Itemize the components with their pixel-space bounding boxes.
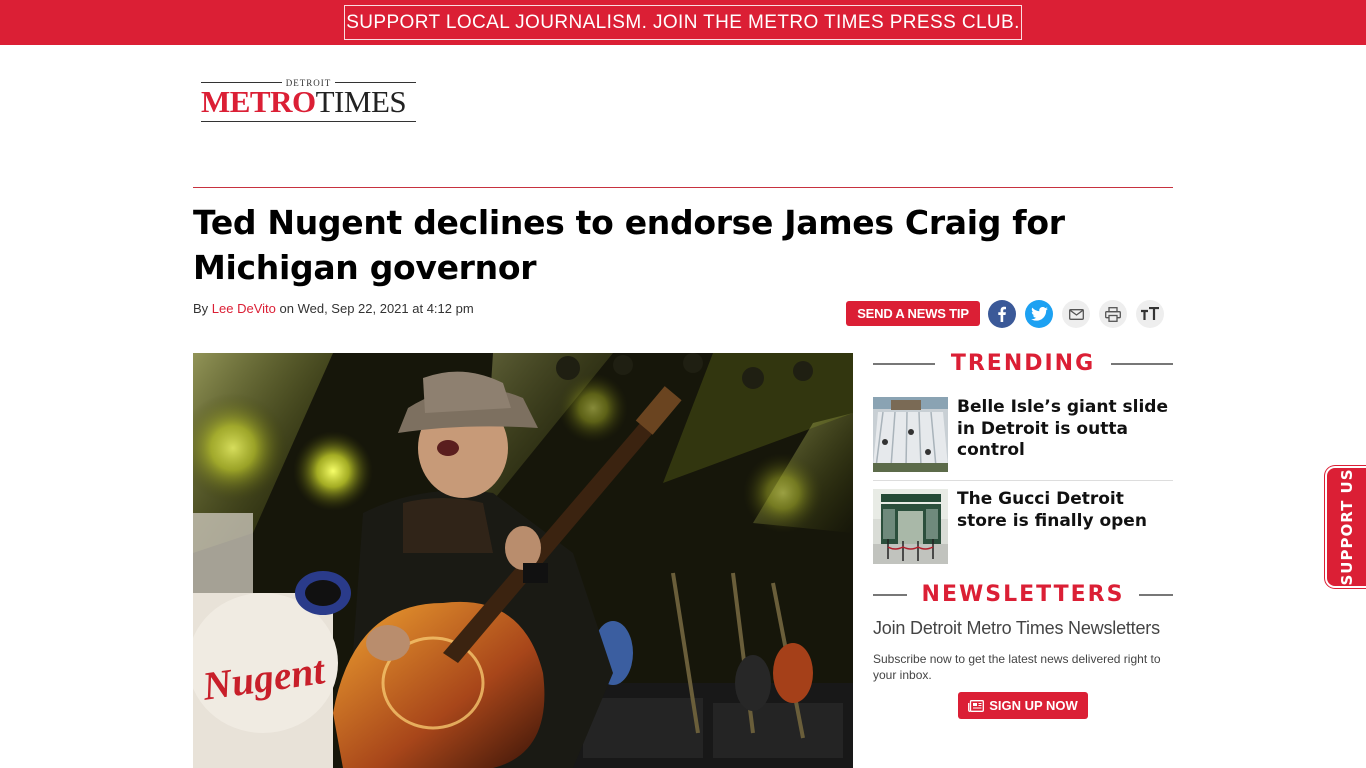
trending-thumbnail[interactable] bbox=[873, 489, 948, 564]
send-news-tip-button[interactable]: SEND A NEWS TIP bbox=[846, 301, 980, 326]
article-headline: Ted Nugent declines to endorse James Cra… bbox=[193, 203, 1065, 287]
trending-thumbnail[interactable] bbox=[873, 397, 948, 472]
print-button[interactable] bbox=[1099, 300, 1127, 328]
sign-up-now-button[interactable]: SIGN UP NOW bbox=[958, 692, 1088, 719]
newsletters-description: Subscribe now to get the latest news del… bbox=[873, 652, 1161, 682]
text-size-button[interactable] bbox=[1136, 300, 1164, 328]
support-us-label: SUPPORT US bbox=[1337, 468, 1356, 586]
byline: By Lee DeVito on Wed, Sep 22, 2021 at 4:… bbox=[193, 301, 474, 316]
site-logo[interactable]: DETROIT METROTIMES bbox=[201, 78, 416, 124]
email-icon bbox=[1068, 308, 1084, 320]
twitter-share-button[interactable] bbox=[1025, 300, 1053, 328]
twitter-icon bbox=[1030, 307, 1048, 321]
facebook-icon bbox=[998, 306, 1006, 322]
article-hero-image: Nugent bbox=[193, 353, 853, 768]
author-link[interactable]: Lee DeVito bbox=[212, 301, 276, 316]
email-share-button[interactable] bbox=[1062, 300, 1090, 328]
newsletters-heading: NEWSLETTERS bbox=[873, 583, 1173, 607]
sign-up-label: SIGN UP NOW bbox=[989, 698, 1078, 713]
newsletters-heading-text: NEWSLETTERS bbox=[921, 582, 1125, 607]
trending-title[interactable]: Belle Isle’s giant slide in Detroit is o… bbox=[957, 397, 1175, 462]
top-banner: SUPPORT LOCAL JOURNALISM. JOIN THE METRO… bbox=[0, 0, 1366, 45]
newsletters-title: Join Detroit Metro Times Newsletters bbox=[873, 618, 1160, 638]
text-size-icon bbox=[1141, 307, 1159, 320]
newspaper-icon bbox=[968, 699, 985, 712]
trending-divider bbox=[873, 480, 1173, 481]
print-icon bbox=[1105, 306, 1121, 322]
logo-times-text: TIMES bbox=[315, 84, 407, 119]
publish-date: on Wed, Sep 22, 2021 at 4:12 pm bbox=[275, 301, 474, 316]
header-divider bbox=[193, 187, 1173, 188]
byline-prefix: By bbox=[193, 301, 212, 316]
trending-heading: TRENDING bbox=[873, 352, 1173, 376]
trending-title[interactable]: The Gucci Detroit store is finally open bbox=[957, 489, 1175, 532]
store-photo bbox=[873, 489, 948, 564]
press-club-link[interactable]: SUPPORT LOCAL JOURNALISM. JOIN THE METRO… bbox=[344, 5, 1022, 40]
concert-photo: Nugent bbox=[193, 353, 853, 768]
slide-photo bbox=[873, 397, 948, 472]
support-us-tab[interactable]: SUPPORT US bbox=[1325, 466, 1366, 588]
logo-metro-text: METRO bbox=[201, 84, 316, 119]
facebook-share-button[interactable] bbox=[988, 300, 1016, 328]
